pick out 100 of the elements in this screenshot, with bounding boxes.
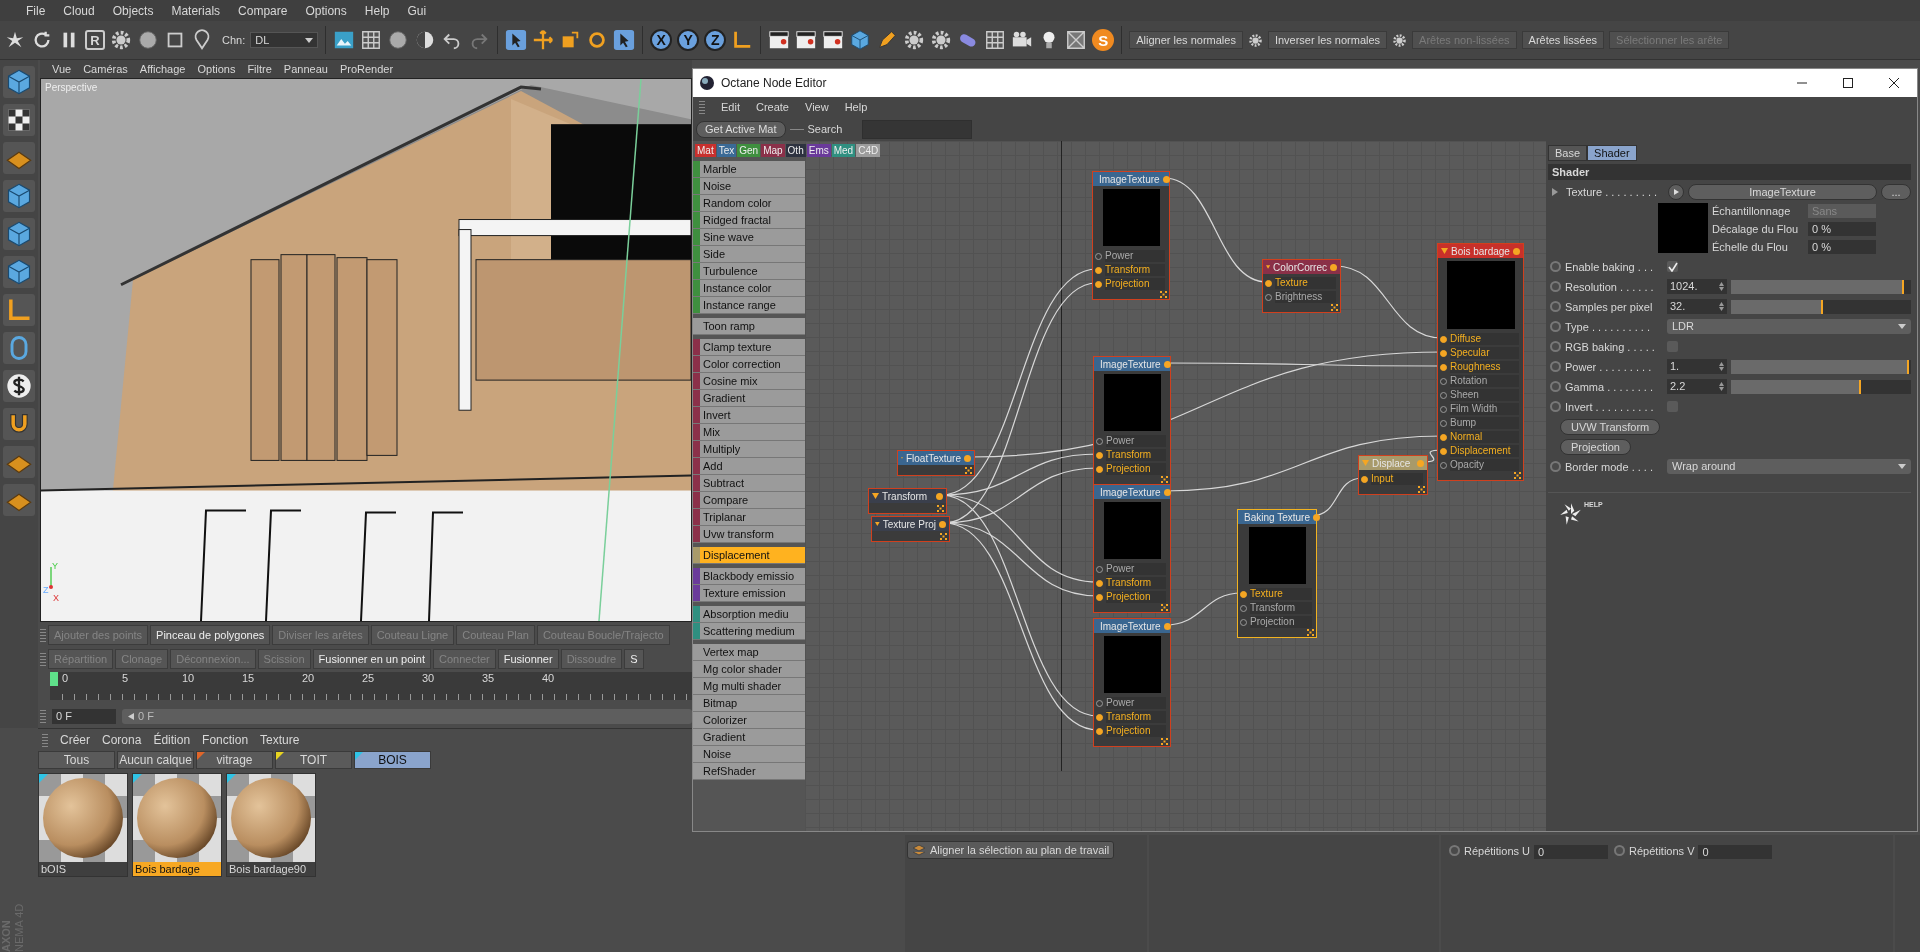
spinner-icon[interactable] (1719, 302, 1724, 311)
node-type-item[interactable]: Clamp texture (693, 339, 805, 356)
shader-node[interactable]: ColorCorrec Texture Brightness (1262, 259, 1341, 313)
node-header[interactable]: Texture Proj (872, 517, 949, 531)
shader-node[interactable]: Bois bardage Diffuse Specular Roughness Rotation Sheen Film Width Bump Normal Displacement Opacity (1437, 243, 1524, 481)
spinner-icon[interactable] (1719, 382, 1724, 391)
node-type-item[interactable]: Toon ramp (693, 318, 805, 335)
grip-icon[interactable] (40, 652, 46, 666)
node-type-item[interactable]: Side (693, 246, 805, 263)
input-port[interactable] (1095, 266, 1102, 274)
shader-node[interactable]: Texture Proj (871, 516, 950, 542)
clapperboard-icon[interactable] (768, 29, 791, 51)
category-tab[interactable]: Oth (785, 144, 806, 157)
layer-tab[interactable]: Tous (38, 751, 115, 769)
frame-range-bar[interactable]: 0 F (122, 708, 692, 724)
parameter-button[interactable]: UVW Transform (1560, 418, 1661, 435)
layer-tab[interactable]: vitrage (196, 751, 273, 769)
node-header[interactable]: ImageTexture (1094, 357, 1170, 371)
slider-fill[interactable] (1731, 359, 1910, 374)
menu-item[interactable]: Objects (112, 3, 154, 18)
output-port[interactable] (1163, 488, 1171, 496)
input-port[interactable] (1096, 465, 1103, 473)
menu-item[interactable]: Create (755, 101, 789, 113)
picture-icon[interactable] (333, 29, 356, 51)
viewport-menu-item[interactable]: ProRender (339, 63, 394, 75)
grip-icon[interactable] (40, 709, 46, 723)
node-type-item[interactable]: Absorption mediu (693, 606, 805, 623)
node-header[interactable]: ImageTexture (1093, 172, 1169, 186)
category-tab[interactable]: Tex (716, 144, 737, 157)
shader-node[interactable]: ImageTexture Power Transform Projection (1093, 356, 1171, 485)
node-type-item[interactable]: Uvw transform (693, 526, 805, 543)
input-port[interactable] (1240, 590, 1247, 598)
menu-item[interactable]: Fonction (202, 733, 249, 747)
menu-item[interactable]: Options (305, 3, 347, 18)
expand-arrow-icon[interactable] (1552, 187, 1558, 196)
material-tile[interactable]: Bois bardage90 (226, 773, 316, 877)
viewport-menu-item[interactable]: Affichage (139, 63, 186, 75)
collapse-caret-icon[interactable] (1266, 264, 1271, 270)
gear-icon[interactable] (1392, 32, 1408, 48)
resize-grip-icon[interactable] (1418, 486, 1425, 493)
resize-grip-icon[interactable] (937, 505, 944, 512)
node-type-item[interactable]: Random color (693, 195, 805, 212)
output-port[interactable] (1513, 247, 1520, 255)
node-type-item[interactable]: Instance color (693, 280, 805, 297)
node-type-item[interactable]: Compare (693, 492, 805, 509)
node-header[interactable]: Transform (869, 489, 946, 503)
input-port[interactable] (1096, 727, 1103, 735)
node-header[interactable]: FloatTexture (898, 451, 974, 465)
node-type-item[interactable]: Vertex map (693, 644, 805, 661)
frame-field[interactable]: 0 F (52, 708, 116, 724)
number-field[interactable]: 0 % (1808, 222, 1876, 236)
resize-grip-icon[interactable] (1514, 472, 1521, 479)
axis-lock-button[interactable]: Y (677, 29, 700, 51)
menu-item[interactable]: Help (364, 3, 390, 18)
node-type-item[interactable]: Instance range (693, 297, 805, 314)
input-port[interactable] (1440, 349, 1447, 357)
tool-button[interactable]: Fusionner (497, 649, 559, 669)
node-type-item[interactable]: Blackbody emissio (693, 568, 805, 585)
node-type-item[interactable]: Subtract (693, 475, 805, 492)
node-type-item[interactable]: Marble (693, 161, 805, 178)
node-type-item[interactable]: Noise (693, 746, 805, 763)
clapperboard-icon[interactable] (795, 29, 818, 51)
menu-item[interactable]: Edit (721, 101, 740, 113)
node-type-item[interactable]: Colorizer (693, 712, 805, 729)
cursor-icon[interactable] (505, 29, 528, 51)
resize-grip-icon[interactable] (1161, 476, 1168, 483)
menu-item[interactable]: Cloud (63, 3, 95, 18)
output-port[interactable] (939, 520, 946, 528)
input-port[interactable] (1361, 475, 1368, 483)
dollar-icon[interactable] (5, 372, 33, 400)
category-tab[interactable]: Map (761, 144, 785, 157)
node-type-item[interactable]: Texture emission (693, 585, 805, 602)
node-header[interactable]: ImageTexture (1094, 619, 1170, 633)
category-tab[interactable]: Mat (695, 144, 716, 157)
node-type-item[interactable]: Color correction (693, 356, 805, 373)
node-type-item[interactable]: Gradient (693, 390, 805, 407)
cube-icon[interactable] (849, 29, 872, 51)
output-port[interactable] (1162, 175, 1170, 183)
resize-grip-icon[interactable] (1161, 738, 1168, 745)
inspector-tab[interactable]: Shader (1587, 145, 1637, 161)
align-button[interactable]: Aligner la sélection au plan de travail (907, 841, 1115, 859)
node-type-item[interactable]: Displacement (693, 547, 805, 564)
shader-button[interactable]: ImageTexture (1688, 183, 1877, 200)
input-port[interactable] (1440, 363, 1447, 371)
output-port[interactable] (936, 492, 943, 500)
viewport-menu-item[interactable]: Filtre (247, 63, 272, 75)
node-type-item[interactable]: RefShader (693, 763, 805, 780)
grid-icon[interactable] (984, 29, 1007, 51)
node-type-item[interactable]: Scattering medium (693, 623, 805, 640)
layer-tab[interactable]: TOIT (275, 751, 352, 769)
shader-node[interactable]: Displace Input (1358, 455, 1428, 495)
collapse-caret-icon[interactable] (875, 521, 880, 527)
more-button[interactable]: ... (1881, 183, 1911, 200)
viewport-menu-item[interactable]: Options (197, 63, 236, 75)
clapperboard-icon[interactable] (822, 29, 845, 51)
dropdown[interactable]: LDR (1667, 319, 1911, 334)
input-port[interactable] (1440, 335, 1447, 343)
timeline-ruler[interactable]: 0 5 10 15 20 25 30 35 40 (50, 672, 692, 700)
cube-icon[interactable] (5, 258, 33, 286)
menu-item[interactable]: Materials (171, 3, 221, 18)
